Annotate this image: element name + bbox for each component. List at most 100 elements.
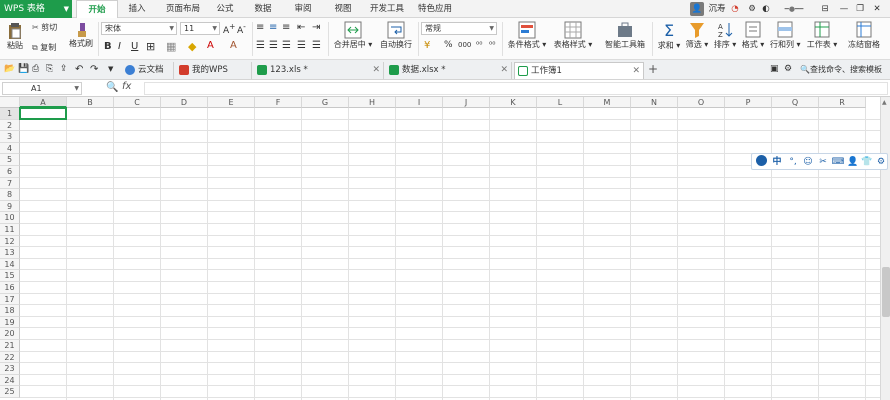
- column-header[interactable]: C: [114, 97, 161, 108]
- close-icon[interactable]: ✕: [870, 2, 884, 16]
- tab-view[interactable]: 视图: [328, 0, 358, 18]
- row-header[interactable]: 12: [0, 235, 20, 248]
- column-header[interactable]: P: [725, 97, 772, 108]
- scroll-up-icon[interactable]: ▲: [882, 99, 887, 106]
- align-center-icon[interactable]: ☰: [269, 40, 278, 51]
- select-all-corner[interactable]: [0, 97, 20, 108]
- percent-button[interactable]: %: [444, 40, 453, 50]
- tab-page-layout[interactable]: 页面布局: [160, 0, 206, 18]
- tab-features[interactable]: 特色应用: [412, 0, 458, 18]
- user-name[interactable]: 沉寿: [707, 2, 727, 16]
- column-header[interactable]: B: [67, 97, 114, 108]
- keyboard-icon[interactable]: ⌨: [831, 155, 845, 169]
- notification-icon[interactable]: ◔: [728, 2, 742, 16]
- settings-icon[interactable]: ⚙: [746, 2, 758, 16]
- row-header[interactable]: 5: [0, 154, 20, 166]
- row-header[interactable]: 1: [0, 108, 20, 120]
- clear-format-icon[interactable]: A: [230, 40, 237, 51]
- column-header[interactable]: K: [490, 97, 537, 108]
- table-style-button[interactable]: 表格样式 ▾: [552, 21, 594, 50]
- row-header[interactable]: 15: [0, 270, 20, 282]
- settings-icon[interactable]: ⚙: [784, 64, 792, 74]
- column-header[interactable]: O: [678, 97, 725, 108]
- scrollbar-thumb[interactable]: [882, 267, 890, 317]
- formula-input[interactable]: [144, 82, 888, 95]
- tab-data[interactable]: 数据: [248, 0, 278, 18]
- paste-button[interactable]: 粘贴: [4, 22, 26, 51]
- skin-icon[interactable]: ◐: [760, 2, 772, 16]
- font-size-select[interactable]: 11 ▼: [180, 22, 220, 35]
- fx-button[interactable]: fx: [122, 81, 131, 92]
- row-header[interactable]: 23: [0, 363, 20, 375]
- column-header[interactable]: N: [631, 97, 678, 108]
- fill-color-icon[interactable]: ◆: [188, 40, 196, 53]
- message-icon[interactable]: ▣: [770, 64, 779, 74]
- tab-data-xlsx[interactable]: 数据.xlsx * ✕: [386, 62, 512, 79]
- tab-formulas[interactable]: 公式: [210, 0, 240, 18]
- font-color-icon[interactable]: A: [207, 40, 214, 51]
- sort-button[interactable]: A Z 排序 ▾: [712, 21, 738, 50]
- indent-increase-icon[interactable]: ⇥: [312, 22, 320, 33]
- command-search[interactable]: 🔍查找命令、搜索模板: [800, 64, 888, 75]
- row-header[interactable]: 19: [0, 316, 20, 329]
- row-header[interactable]: 24: [0, 374, 20, 387]
- row-header[interactable]: 6: [0, 166, 20, 178]
- increase-decimal-icon[interactable]: ⁰⁰: [476, 40, 482, 49]
- close-tab-icon[interactable]: ✕: [372, 62, 380, 78]
- name-box[interactable]: A1 ▼: [2, 82, 82, 95]
- active-cell-A1[interactable]: [19, 107, 67, 120]
- copy-button[interactable]: ⧉ 复制: [32, 42, 56, 53]
- cut-button[interactable]: ✂ 剪切: [32, 22, 57, 33]
- save-icon[interactable]: 💾: [18, 64, 29, 74]
- restore-icon[interactable]: ❐: [854, 2, 866, 16]
- conditional-format-button[interactable]: 条件格式 ▾: [506, 21, 548, 50]
- underline-button[interactable]: U: [131, 41, 138, 52]
- row-header[interactable]: 8: [0, 189, 20, 201]
- close-tab-icon[interactable]: ✕: [632, 63, 640, 79]
- column-header[interactable]: G: [302, 97, 349, 108]
- column-header[interactable]: L: [537, 97, 584, 108]
- column-header[interactable]: Q: [772, 97, 819, 108]
- format-painter-button[interactable]: 格式刷: [68, 22, 94, 49]
- smart-toolbox-button[interactable]: 智能工具箱: [602, 21, 648, 50]
- row-header[interactable]: 11: [0, 224, 20, 236]
- align-middle-icon[interactable]: ≡: [269, 22, 277, 33]
- tab-insert[interactable]: 插入: [122, 0, 152, 18]
- row-header[interactable]: 10: [0, 212, 20, 224]
- row-header[interactable]: 2: [0, 119, 20, 132]
- column-header[interactable]: M: [584, 97, 631, 108]
- column-header[interactable]: H: [349, 97, 396, 108]
- merge-cells-icon[interactable]: ▦: [166, 40, 176, 53]
- punctuation-icon[interactable]: °,: [786, 155, 800, 169]
- align-top-icon[interactable]: ≡: [256, 22, 264, 33]
- row-header[interactable]: 13: [0, 247, 20, 259]
- row-header[interactable]: 17: [0, 293, 20, 306]
- ime-logo-icon[interactable]: [754, 155, 768, 169]
- emoji-icon[interactable]: ☺: [801, 155, 815, 169]
- row-col-button[interactable]: 行和列 ▾: [770, 21, 801, 50]
- row-header[interactable]: 21: [0, 340, 20, 352]
- number-format-select[interactable]: 常规 ▼: [421, 22, 497, 35]
- align-bottom-icon[interactable]: ≡: [282, 22, 290, 33]
- column-header[interactable]: R: [819, 97, 866, 108]
- redo-icon[interactable]: ↷: [90, 64, 98, 75]
- preview-icon[interactable]: ⎘: [46, 64, 53, 74]
- italic-button[interactable]: I: [118, 41, 121, 52]
- app-menu-button[interactable]: WPS 表格 ▼: [0, 0, 72, 18]
- grow-font-button[interactable]: A+: [223, 22, 235, 36]
- column-header[interactable]: D: [161, 97, 208, 108]
- row-header[interactable]: 22: [0, 351, 20, 364]
- column-header[interactable]: J: [443, 97, 490, 108]
- borders-icon[interactable]: ⊞: [146, 40, 155, 53]
- sum-button[interactable]: Σ 求和 ▾: [656, 21, 682, 51]
- tab-my-wps[interactable]: 我的WPS: [176, 62, 252, 79]
- distributed-icon[interactable]: ☰: [312, 40, 321, 51]
- merge-center-button[interactable]: 合并居中 ▾: [332, 21, 374, 50]
- tab-home[interactable]: 开始: [76, 0, 118, 18]
- align-left-icon[interactable]: ☰: [256, 40, 265, 51]
- spreadsheet-grid[interactable]: A B C D E F G H I J K L M N O P Q R 1 2 3 4 5 6 7 8 9 10 11 12 13 14 15 1…: [0, 97, 880, 400]
- export-pdf-icon[interactable]: ⇪: [60, 64, 68, 74]
- scissors-icon[interactable]: ✂: [816, 155, 830, 169]
- close-tab-icon[interactable]: ✕: [500, 62, 508, 78]
- minimize-ribbon-icon[interactable]: ⊟: [818, 2, 832, 16]
